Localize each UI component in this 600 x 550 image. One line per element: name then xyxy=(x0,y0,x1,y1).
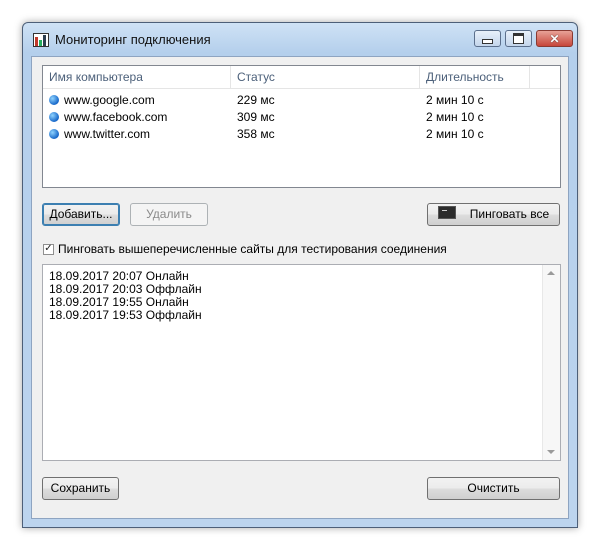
ping-sites-checkbox[interactable]: ✓ xyxy=(43,243,54,255)
list-item[interactable]: www.google.com 229 мс 2 мин 10 с xyxy=(43,91,560,108)
client-area: Имя компьютера Статус Длительность www.g… xyxy=(31,56,569,519)
save-button[interactable]: Сохранить xyxy=(42,477,119,500)
globe-dot-icon xyxy=(49,94,59,105)
log-scrollbar[interactable] xyxy=(542,265,560,460)
column-header-status[interactable]: Статус xyxy=(231,66,420,88)
host-duration: 2 мин 10 с xyxy=(426,92,484,107)
ping-all-button[interactable]: Пинговать все xyxy=(427,203,560,226)
bar-chart-icon xyxy=(33,33,49,47)
list-header: Имя компьютера Статус Длительность xyxy=(43,66,560,89)
title-bar[interactable]: Мониторинг подключения ✕ xyxy=(23,23,577,56)
log-line: 18.09.2017 19:53 Оффлайн xyxy=(49,308,202,322)
scroll-up-icon[interactable] xyxy=(547,271,555,275)
ping-all-label: Пинговать все xyxy=(469,207,550,221)
host-status: 229 мс xyxy=(237,92,275,107)
host-status: 358 мс xyxy=(237,126,275,141)
terminal-icon xyxy=(437,206,456,219)
globe-dot-icon xyxy=(49,128,59,139)
connection-monitor-window: Мониторинг подключения ✕ Имя компьютера … xyxy=(22,22,578,528)
remove-button[interactable]: Удалить xyxy=(130,203,208,226)
ping-sites-checkbox-label: Пинговать вышеперечисленные сайты для те… xyxy=(58,242,447,256)
minimize-icon xyxy=(482,38,493,44)
add-button[interactable]: Добавить... xyxy=(42,203,120,226)
globe-dot-icon xyxy=(49,111,59,122)
maximize-button[interactable] xyxy=(505,30,532,47)
list-item[interactable]: www.facebook.com 309 мс 2 мин 10 с xyxy=(43,108,560,125)
clear-button[interactable]: Очистить xyxy=(427,477,560,500)
close-icon: ✕ xyxy=(549,31,560,46)
column-header-host[interactable]: Имя компьютера xyxy=(43,66,231,88)
list-item[interactable]: www.twitter.com 358 мс 2 мин 10 с xyxy=(43,125,560,142)
maximize-icon xyxy=(513,33,524,44)
host-name: www.google.com xyxy=(64,92,155,107)
close-button[interactable]: ✕ xyxy=(536,30,573,47)
hosts-list[interactable]: Имя компьютера Статус Длительность www.g… xyxy=(42,65,561,188)
log-line: 18.09.2017 20:03 Оффлайн xyxy=(49,282,202,296)
window-title: Мониторинг подключения xyxy=(55,32,211,47)
log-line: 18.09.2017 19:55 Онлайн xyxy=(49,295,189,309)
host-name: www.facebook.com xyxy=(64,109,168,124)
host-duration: 2 мин 10 с xyxy=(426,126,484,141)
ping-sites-checkbox-row[interactable]: ✓ Пинговать вышеперечисленные сайты для … xyxy=(43,242,447,256)
column-header-duration[interactable]: Длительность xyxy=(420,66,530,88)
host-name: www.twitter.com xyxy=(64,126,151,141)
log-textarea[interactable]: 18.09.2017 20:07 Онлайн 18.09.2017 20:03… xyxy=(42,264,561,461)
log-line: 18.09.2017 20:07 Онлайн xyxy=(49,269,189,283)
host-status: 309 мс xyxy=(237,109,275,124)
minimize-button[interactable] xyxy=(474,30,501,47)
scroll-down-icon[interactable] xyxy=(547,450,555,454)
host-duration: 2 мин 10 с xyxy=(426,109,484,124)
